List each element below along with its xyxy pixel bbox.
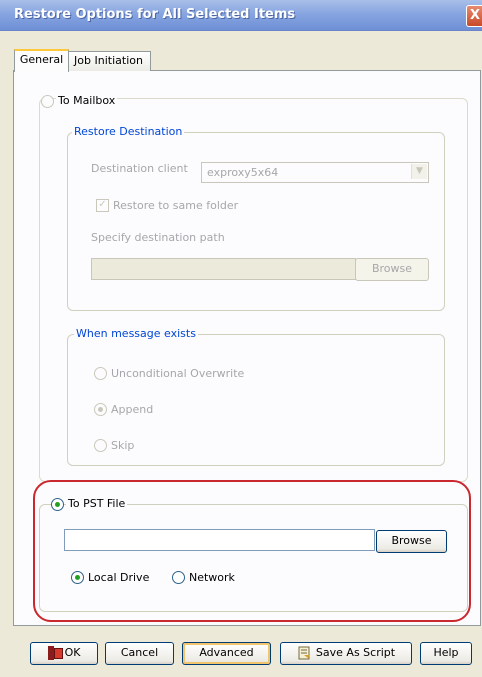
destination-browse-button[interactable]: Browse	[355, 258, 429, 281]
skip-label: Skip	[111, 439, 135, 452]
chevron-down-icon: ▼	[411, 164, 427, 179]
title-bar[interactable]: Restore Options for All Selected Items X	[0, 0, 482, 31]
specify-path-label: Specify destination path	[91, 231, 225, 244]
restore-same-folder-label: Restore to same folder	[113, 199, 239, 212]
destination-client-value: exproxy5x64	[207, 166, 279, 179]
ok-icon	[47, 646, 63, 660]
append-label: Append	[111, 403, 154, 416]
destination-client-select[interactable]: exproxy5x64 ▼	[201, 162, 429, 183]
when-message-exists-title: When message exists	[74, 327, 198, 340]
script-icon	[297, 646, 312, 661]
restore-same-folder-checkbox[interactable]: ✓	[96, 199, 109, 212]
save-as-script-button[interactable]: Save As Script	[280, 642, 412, 665]
restore-destination-title: Restore Destination	[72, 125, 185, 138]
restore-destination-group	[67, 132, 445, 311]
tab-job-initiation[interactable]: Job Initiation	[66, 51, 151, 71]
ok-label: OK	[64, 646, 81, 659]
dialog-title: Restore Options for All Selected Items	[14, 7, 296, 22]
cancel-button[interactable]: Cancel	[105, 642, 174, 665]
tab-general[interactable]: General	[14, 49, 69, 72]
to-mailbox-label: To Mailbox	[56, 94, 118, 107]
advanced-button[interactable]: Advanced	[182, 642, 271, 665]
unconditional-overwrite-label: Unconditional Overwrite	[111, 367, 245, 380]
skip-radio[interactable]	[94, 439, 107, 452]
ok-button[interactable]: OK	[30, 642, 98, 665]
help-button[interactable]: Help	[420, 642, 472, 665]
append-radio[interactable]	[94, 403, 107, 416]
annotation-highlight	[33, 480, 471, 622]
close-button[interactable]: X	[466, 5, 482, 27]
destination-client-label: Destination client	[91, 162, 188, 175]
unconditional-overwrite-radio[interactable]	[94, 367, 107, 380]
to-mailbox-radio[interactable]	[41, 95, 54, 108]
destination-path-input[interactable]	[91, 258, 356, 280]
save-as-script-label: Save As Script	[315, 646, 396, 659]
restore-options-dialog: Restore Options for All Selected Items X…	[0, 0, 482, 677]
